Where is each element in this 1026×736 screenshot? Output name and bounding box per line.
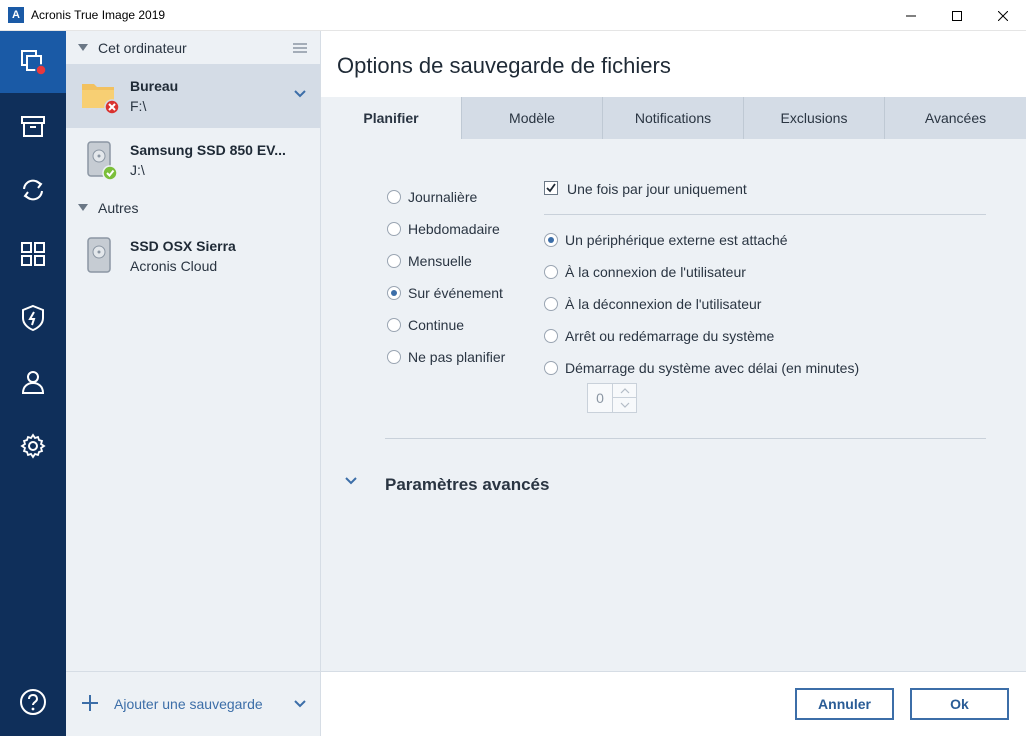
disk-icon <box>80 236 120 276</box>
caret-down-icon <box>78 204 88 211</box>
help-icon <box>20 689 46 715</box>
radio-on-event[interactable] <box>387 286 401 300</box>
close-button[interactable] <box>980 0 1026 31</box>
section-label: Autres <box>98 200 139 216</box>
radio-label: Sur événement <box>408 285 503 301</box>
minimize-button[interactable] <box>888 0 934 31</box>
backup-icon <box>21 50 47 76</box>
backup-item-bureau[interactable]: Bureau F:\ <box>66 64 320 128</box>
shield-icon <box>22 304 44 332</box>
page-title: Options de sauvegarde de fichiers <box>337 53 671 78</box>
tab-bar: Planifier Modèle Notifications Exclusion… <box>321 97 1026 139</box>
backup-destination: Acronis Cloud <box>130 258 218 274</box>
tools-icon <box>21 242 45 266</box>
section-this-computer[interactable]: Cet ordinateur <box>66 33 321 63</box>
radio-label: Continue <box>408 317 465 333</box>
tab-exclusions[interactable]: Exclusions <box>743 97 884 139</box>
radio-label: Démarrage du système avec délai (en minu… <box>565 360 860 376</box>
section-others[interactable]: Autres <box>66 193 321 223</box>
radio-label: Mensuelle <box>408 253 472 269</box>
maximize-button[interactable] <box>934 0 980 31</box>
rail-item-sync[interactable] <box>0 159 66 221</box>
radio-label: Journalière <box>408 189 478 205</box>
radio-weekly[interactable] <box>387 222 401 236</box>
tab-avancees[interactable]: Avancées <box>884 97 1026 139</box>
minimize-icon <box>906 15 916 16</box>
rail-item-protection[interactable] <box>0 287 66 349</box>
caret-down-icon <box>78 44 88 51</box>
sync-icon <box>23 179 43 201</box>
once-per-day-checkbox[interactable] <box>544 181 558 195</box>
add-backup-button[interactable]: Ajouter une sauvegarde <box>66 671 320 735</box>
chevron-down-icon <box>620 402 630 408</box>
radio-monthly[interactable] <box>387 254 401 268</box>
add-backup-label: Ajouter une sauvegarde <box>114 696 263 712</box>
once-per-day-label: Une fois par jour uniquement <box>567 181 747 197</box>
delay-minutes-value[interactable]: 0 <box>588 384 612 412</box>
ok-button[interactable]: Ok <box>910 688 1009 720</box>
backup-destination: J:\ <box>130 162 145 178</box>
rail-item-settings[interactable] <box>0 415 66 477</box>
radio-label: Ne pas planifier <box>408 349 506 365</box>
chevron-down-icon[interactable] <box>294 700 306 708</box>
radio-shutdown-restart[interactable] <box>544 329 558 343</box>
maximize-icon <box>952 10 962 21</box>
tab-notifications[interactable]: Notifications <box>602 97 743 139</box>
radio-daily[interactable] <box>387 190 401 204</box>
folder-icon <box>80 76 120 116</box>
divider <box>544 214 986 215</box>
rail-item-archive[interactable] <box>0 95 66 157</box>
chevron-up-icon <box>620 387 630 393</box>
backup-item-ssd-osx[interactable]: SSD OSX Sierra Acronis Cloud <box>66 224 320 288</box>
backup-name: Samsung SSD 850 EV... <box>130 142 286 158</box>
radio-user-logoff[interactable] <box>544 297 558 311</box>
backup-name: Bureau <box>130 78 179 94</box>
panel-header: Options de sauvegarde de fichiers <box>321 31 1026 97</box>
options-panel: Options de sauvegarde de fichiers Planif… <box>321 31 1026 736</box>
radio-continuous[interactable] <box>387 318 401 332</box>
radio-user-logon[interactable] <box>544 265 558 279</box>
radio-label: À la déconnexion de l'utilisateur <box>565 296 762 312</box>
radio-external-device[interactable] <box>544 233 558 247</box>
checkmark-icon <box>546 183 556 193</box>
rail-item-help[interactable] <box>0 671 66 733</box>
close-icon <box>998 10 1008 21</box>
chevron-down-icon[interactable] <box>345 477 357 485</box>
backup-list-sidebar: Cet ordinateur Bureau F:\ Samsung SSD 85… <box>66 31 321 736</box>
delay-minutes-stepper[interactable]: 0 <box>587 383 637 413</box>
radio-no-schedule[interactable] <box>387 350 401 364</box>
rail-item-tools[interactable] <box>0 223 66 285</box>
navigation-rail <box>0 31 66 736</box>
tab-planifier[interactable]: Planifier <box>321 97 461 139</box>
tab-modele[interactable]: Modèle <box>461 97 602 139</box>
advanced-settings-toggle[interactable]: Paramètres avancés <box>385 475 549 495</box>
radio-label: Un périphérique externe est attaché <box>565 232 788 248</box>
stepper-increase-button[interactable] <box>612 384 637 398</box>
section-label: Cet ordinateur <box>98 40 187 56</box>
radio-startup-delay[interactable] <box>544 361 558 375</box>
archive-icon <box>21 116 45 137</box>
chevron-down-icon[interactable] <box>294 90 306 98</box>
cancel-button[interactable]: Annuler <box>795 688 894 720</box>
backup-item-samsung[interactable]: Samsung SSD 850 EV... J:\ <box>66 128 320 192</box>
rail-item-account[interactable] <box>0 351 66 413</box>
radio-label: Hebdomadaire <box>408 221 500 237</box>
title-bar: A Acronis True Image 2019 <box>0 0 1026 31</box>
account-icon <box>21 371 45 394</box>
rail-item-backup[interactable] <box>0 31 66 93</box>
app-logo-icon: A <box>8 7 24 23</box>
plus-icon <box>82 695 98 711</box>
window-title: Acronis True Image 2019 <box>31 8 166 22</box>
divider <box>385 438 986 439</box>
radio-label: Arrêt ou redémarrage du système <box>565 328 775 344</box>
backup-name: SSD OSX Sierra <box>130 238 236 254</box>
backup-destination: F:\ <box>130 98 147 114</box>
stepper-decrease-button[interactable] <box>612 398 637 412</box>
dialog-footer: Annuler Ok <box>321 671 1026 736</box>
settings-icon <box>20 433 46 459</box>
menu-icon[interactable] <box>293 43 307 53</box>
radio-label: À la connexion de l'utilisateur <box>565 264 746 280</box>
disk-icon <box>80 140 120 181</box>
